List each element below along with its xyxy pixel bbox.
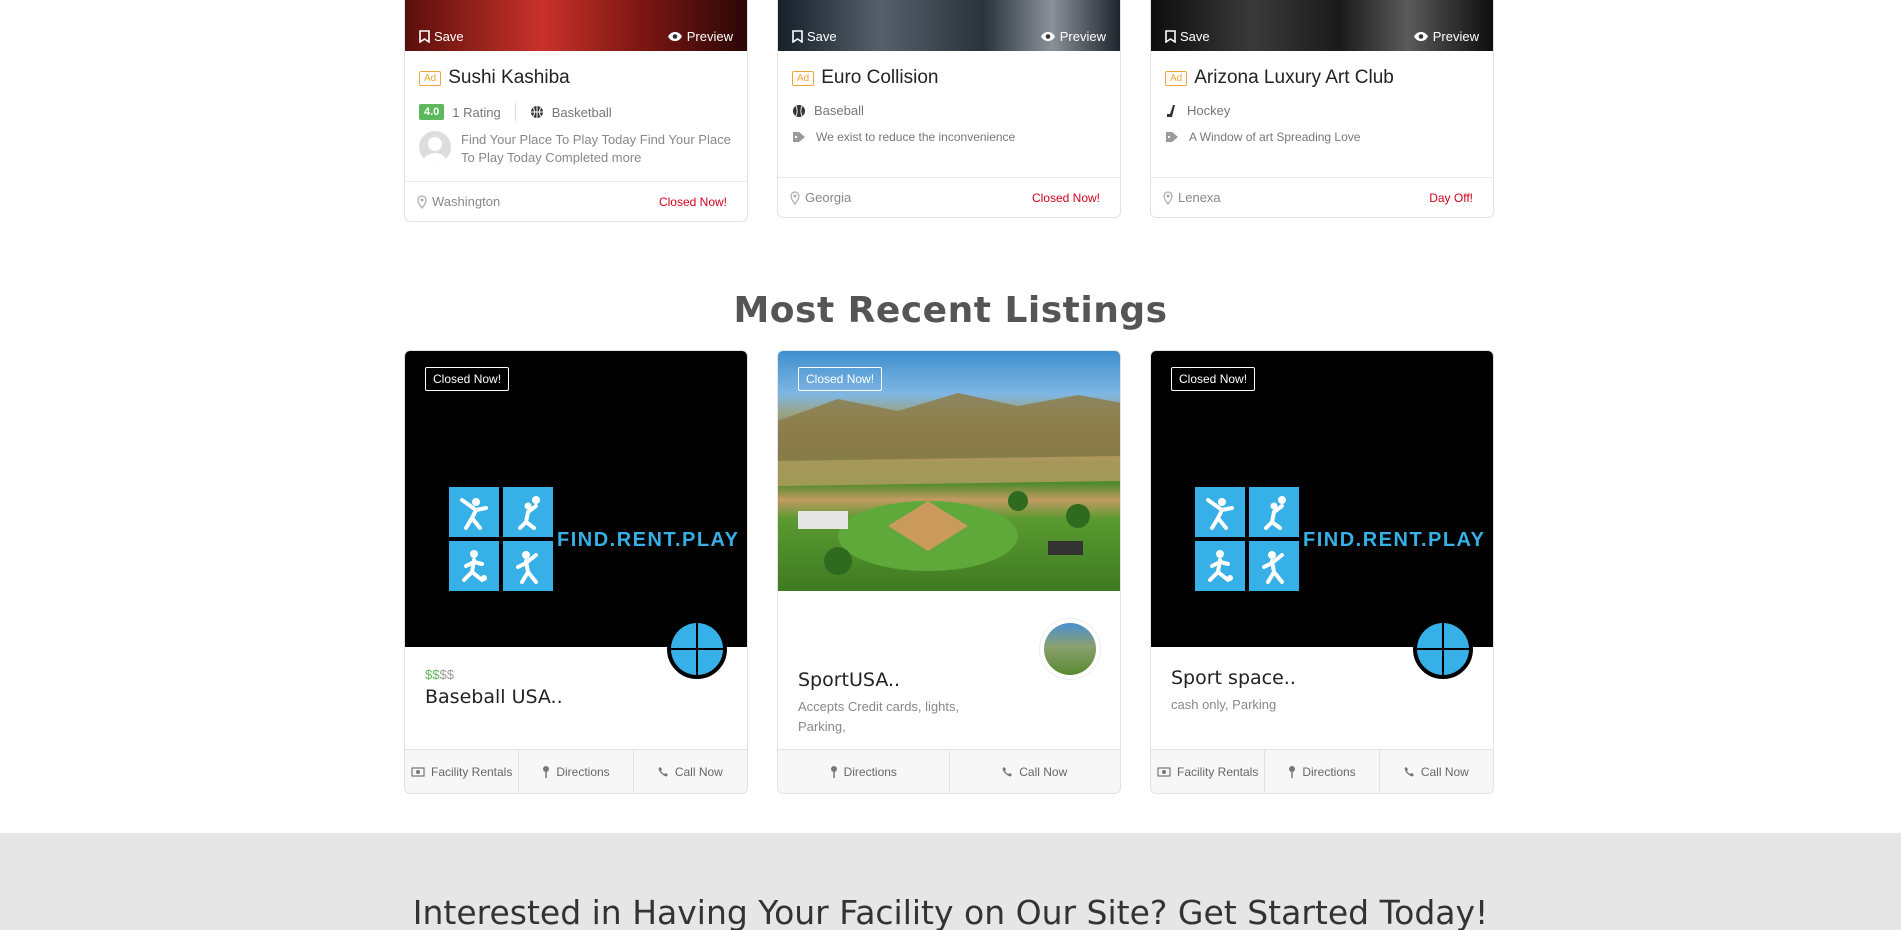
rating-badge: 4.0	[419, 104, 445, 120]
pin-icon	[830, 766, 837, 778]
cash-icon	[1157, 766, 1171, 777]
find-rent-play-logo: FIND.RENT.PLAY	[449, 487, 740, 591]
eye-icon	[1040, 31, 1055, 41]
cta-banner: Interested in Having Your Facility on Ou…	[0, 833, 1901, 930]
eye-icon	[667, 31, 682, 41]
listing-title[interactable]: Sushi Kashiba	[448, 67, 569, 89]
featured-card[interactable]: Save Preview Ad Sushi Kashiba 4.0 1 Ratin…	[404, 0, 748, 222]
status-badge: Closed Now!	[658, 194, 727, 209]
pin-icon	[543, 766, 550, 778]
save-button[interactable]: Save	[792, 29, 837, 44]
facility-rentals-button[interactable]: Facility Rentals	[1151, 750, 1266, 793]
featured-card[interactable]: Save Preview Ad Euro Collision Baseball W…	[777, 0, 1121, 218]
category-label[interactable]: Hockey	[1187, 103, 1230, 118]
phone-icon	[1002, 767, 1013, 777]
map-pin-icon	[790, 190, 800, 205]
featured-image[interactable]: Save Preview	[405, 0, 747, 51]
directions-button[interactable]: Directions	[778, 750, 950, 793]
listing-title[interactable]: Euro Collision	[821, 67, 938, 89]
listing-description: A Window of art Spreading Love	[1189, 130, 1361, 144]
hockey-icon	[1167, 104, 1175, 117]
featured-image[interactable]: Save Preview	[1151, 0, 1493, 51]
save-button[interactable]: Save	[1165, 29, 1210, 44]
status-badge: Closed Now!	[1031, 190, 1100, 205]
featured-image[interactable]: Save Preview	[778, 0, 1120, 51]
call-now-button[interactable]: Call Now	[1380, 750, 1493, 793]
recent-listing-card[interactable]: Closed Now! FIND.RENT.PLAY Sport space..…	[1150, 350, 1494, 794]
location-label[interactable]: Lenexa	[1178, 190, 1221, 205]
cta-title: Interested in Having Your Facility on Ou…	[412, 893, 1489, 930]
batter-icon	[460, 498, 488, 530]
phone-icon	[1404, 767, 1414, 777]
eye-icon	[1413, 31, 1428, 41]
call-now-button[interactable]: Call Now	[950, 750, 1121, 793]
volleyball-player-icon	[1264, 496, 1286, 530]
soccer-player-icon	[462, 550, 487, 582]
recent-listing-card[interactable]: Closed Now! SportUSA.. Accepts Credit ca…	[777, 350, 1121, 794]
tag-icon	[1166, 132, 1178, 142]
directions-button[interactable]: Directions	[1265, 750, 1380, 793]
ad-badge: Ad	[792, 70, 815, 86]
facility-avatar[interactable]	[667, 619, 727, 679]
category-label[interactable]: Basketball	[552, 105, 612, 120]
recent-listing-card[interactable]: Closed Now! FIND.RENT.PLAY $$$$ Baseball…	[404, 350, 748, 794]
bookmark-icon	[1165, 29, 1176, 43]
preview-button[interactable]: Preview	[1413, 29, 1479, 44]
facility-rentals-button[interactable]: Facility Rentals	[405, 750, 520, 793]
football-player-icon	[516, 551, 538, 584]
soccer-player-icon	[1208, 550, 1233, 582]
phone-icon	[658, 767, 668, 777]
listing-description: Find Your Place To Play Today Find Your …	[461, 132, 731, 165]
listing-image[interactable]: Closed Now! FIND.RENT.PLAY	[1151, 351, 1493, 647]
section-title: Most Recent Listings	[733, 290, 1168, 331]
location-label[interactable]: Washington	[432, 194, 500, 209]
page: Save Preview Ad Sushi Kashiba 4.0 1 Ratin…	[0, 0, 1901, 930]
avatar[interactable]	[419, 131, 451, 163]
map-pin-icon	[417, 194, 427, 209]
football-player-icon	[1262, 551, 1284, 584]
listing-description: We exist to reduce the inconvenience	[816, 130, 1016, 144]
listing-title[interactable]: Arizona Luxury Art Club	[1194, 67, 1394, 89]
listing-tags: Accepts Credit cards, lights, Parking,	[798, 699, 960, 734]
map-pin-icon	[1163, 190, 1173, 205]
listing-image[interactable]: Closed Now! FIND.RENT.PLAY	[405, 351, 747, 647]
basketball-icon	[530, 106, 543, 118]
facility-avatar[interactable]	[1040, 619, 1100, 679]
listing-tags: cash only, Parking	[1171, 697, 1277, 712]
status-badge: Closed Now!	[1171, 367, 1256, 391]
category-label[interactable]: Baseball	[814, 103, 864, 118]
divider	[514, 103, 516, 121]
ad-badge: Ad	[419, 70, 442, 86]
baseball-icon	[793, 104, 805, 117]
batter-icon	[1206, 498, 1234, 530]
listing-image[interactable]: Closed Now!	[778, 351, 1120, 591]
ad-badge: Ad	[1165, 70, 1188, 86]
pin-icon	[1289, 766, 1296, 778]
cash-icon	[411, 766, 425, 777]
find-rent-play-logo: FIND.RENT.PLAY	[1195, 487, 1486, 591]
directions-button[interactable]: Directions	[519, 750, 634, 793]
status-badge: Closed Now!	[425, 367, 510, 391]
bookmark-icon	[792, 29, 803, 43]
preview-button[interactable]: Preview	[667, 29, 733, 44]
preview-button[interactable]: Preview	[1040, 29, 1106, 44]
status-badge: Day Off!	[1429, 190, 1473, 205]
featured-card[interactable]: Save Preview Ad Arizona Luxury Art Club H…	[1150, 0, 1494, 218]
volleyball-player-icon	[518, 496, 540, 530]
call-now-button[interactable]: Call Now	[634, 750, 747, 793]
listing-title[interactable]: Baseball USA..	[425, 686, 727, 708]
rating-count: 1 Rating	[452, 104, 501, 120]
save-button[interactable]: Save	[419, 29, 464, 44]
location-label[interactable]: Georgia	[805, 190, 851, 205]
facility-avatar[interactable]	[1413, 619, 1473, 679]
status-badge: Closed Now!	[798, 367, 883, 391]
bookmark-icon	[419, 29, 430, 43]
tag-icon	[793, 132, 805, 142]
